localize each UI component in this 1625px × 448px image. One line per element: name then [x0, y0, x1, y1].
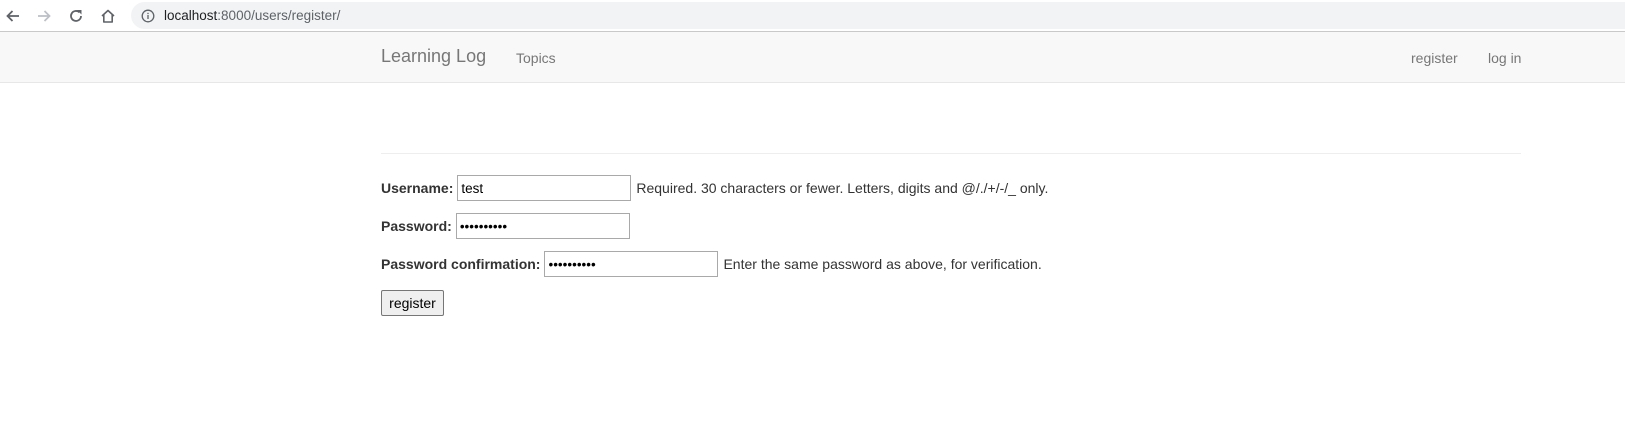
password-label: Password:	[381, 218, 452, 234]
arrow-left-icon	[6, 10, 19, 22]
info-icon[interactable]	[141, 9, 155, 23]
reload-button[interactable]	[64, 4, 88, 28]
nav-topics-link[interactable]: Topics	[516, 50, 556, 66]
register-submit-button[interactable]: register	[381, 290, 444, 316]
address-bar[interactable]: localhost:8000/users/register/	[131, 2, 1625, 29]
username-input[interactable]	[457, 175, 632, 201]
url-host: localhost	[164, 8, 218, 23]
home-icon	[101, 9, 115, 23]
url-path: :8000/users/register/	[217, 8, 341, 23]
nav-register-link[interactable]: register	[1411, 50, 1458, 66]
username-help-text: Required. 30 characters or fewer. Letter…	[636, 180, 1049, 196]
main-content: Username: Required. 30 characters or few…	[381, 83, 1521, 316]
password-row: Password:	[381, 213, 630, 239]
home-button[interactable]	[96, 4, 120, 28]
page-header	[381, 83, 1521, 154]
site-navbar: Learning Log Topics register log in	[0, 32, 1625, 83]
password-confirm-help-text: Enter the same password as above, for ve…	[723, 256, 1042, 272]
password-confirm-row: Password confirmation: Enter the same pa…	[381, 251, 1042, 277]
arrow-right-icon	[38, 10, 51, 22]
username-row: Username: Required. 30 characters or few…	[381, 175, 1048, 201]
password-input[interactable]	[455, 213, 630, 239]
nav-login-link[interactable]: log in	[1488, 50, 1521, 66]
brand-link[interactable]: Learning Log	[381, 46, 486, 67]
reload-icon	[70, 10, 82, 22]
username-label: Username:	[381, 180, 454, 196]
back-button[interactable]	[1, 4, 25, 28]
forward-button[interactable]	[32, 4, 56, 28]
password-confirm-label: Password confirmation:	[381, 256, 541, 272]
password-confirm-input[interactable]	[544, 251, 719, 277]
url-text: localhost:8000/users/register/	[164, 8, 340, 23]
browser-toolbar: localhost:8000/users/register/	[0, 0, 1625, 32]
